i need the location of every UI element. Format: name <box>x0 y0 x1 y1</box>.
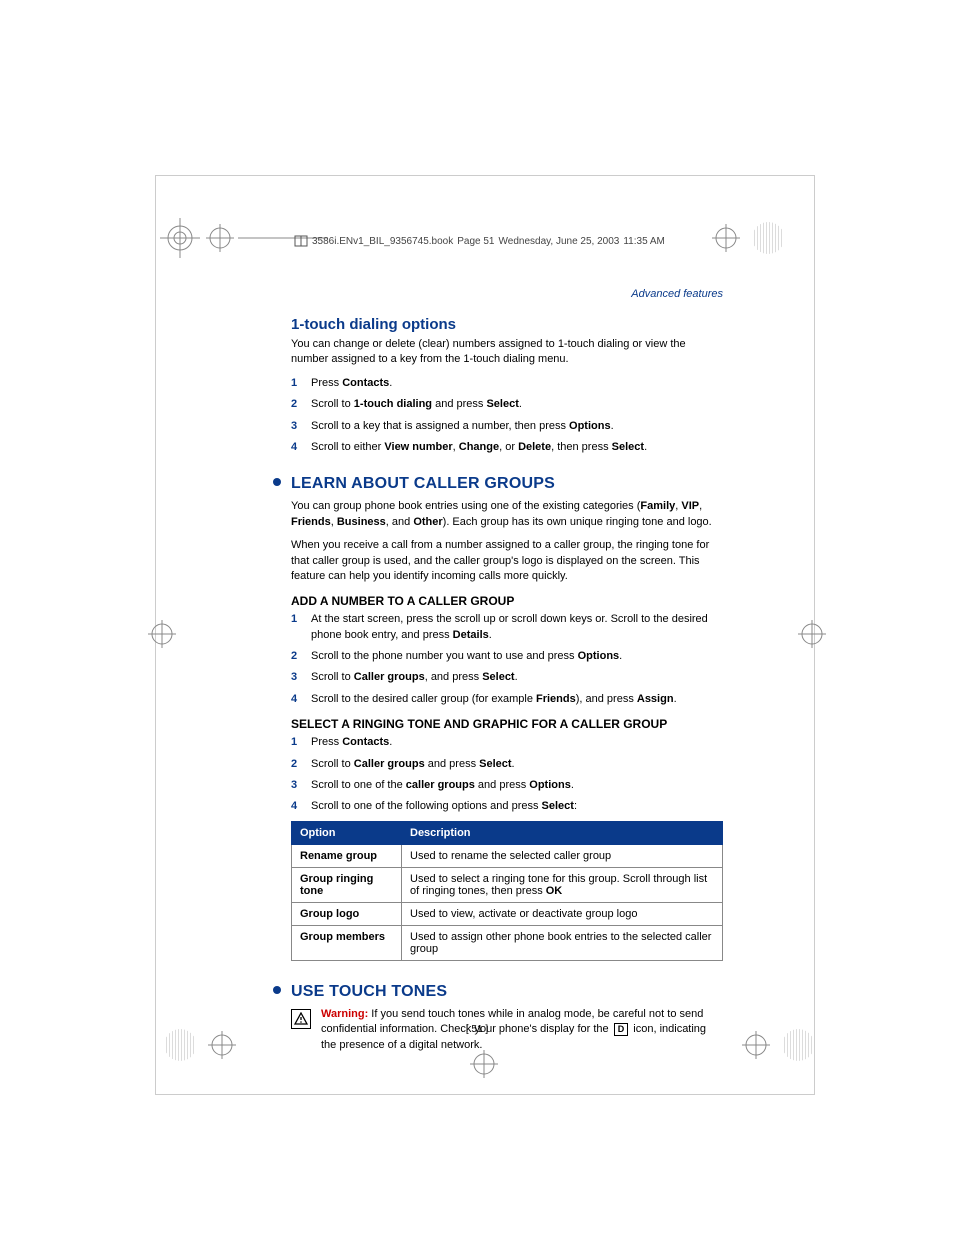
registration-mark-icon <box>712 218 788 258</box>
table-row: Group logo Used to view, activate or dea… <box>292 902 723 925</box>
header-time: 11:35 AM <box>623 236 665 247</box>
step-text: Scroll to 1-touch dialing and press Sele… <box>311 397 723 412</box>
step-num: 2 <box>291 757 301 772</box>
registration-mark-icon <box>798 620 826 648</box>
step-text: Press Contacts. <box>311 376 723 391</box>
section-title-touch-tones: Use Touch Tones <box>291 983 447 1000</box>
step-num: 2 <box>291 397 301 412</box>
step-text: Scroll to Caller groups and press Select… <box>311 757 723 772</box>
step-text: Scroll to the desired caller group (for … <box>311 692 723 707</box>
section2-p1: You can group phone book entries using o… <box>291 499 723 530</box>
table-cell: Rename group <box>292 844 402 867</box>
table-cell: Used to assign other phone book entries … <box>402 925 723 960</box>
step-text: Scroll to a key that is assigned a numbe… <box>311 419 723 434</box>
table-row: Group members Used to assign other phone… <box>292 925 723 960</box>
sub-title-add-number: Add a number to a caller group <box>291 594 723 608</box>
table-cell: Group ringing tone <box>292 867 402 902</box>
breadcrumb: Advanced features <box>291 288 723 300</box>
step-num: 3 <box>291 419 301 434</box>
section-title-caller-groups: Learn About Caller Groups <box>291 475 555 492</box>
header-date: Wednesday, June 25, 2003 <box>499 236 620 247</box>
table-cell: Group members <box>292 925 402 960</box>
bullet-icon <box>273 986 281 994</box>
registration-mark-icon <box>148 620 176 648</box>
step-text: Scroll to one of the following options a… <box>311 799 723 814</box>
step-text: Scroll to the phone number you want to u… <box>311 649 723 664</box>
step-text: Scroll to Caller groups, and press Selec… <box>311 670 723 685</box>
step-text: Press Contacts. <box>311 735 723 750</box>
step-num: 1 <box>291 612 301 643</box>
step-num: 3 <box>291 778 301 793</box>
step-text: Scroll to one of the caller groups and p… <box>311 778 723 793</box>
section2-p2: When you receive a call from a number as… <box>291 538 723 584</box>
step-num: 1 <box>291 735 301 750</box>
table-cell: Used to view, activate or deactivate gro… <box>402 902 723 925</box>
step-num: 4 <box>291 799 301 814</box>
step-num: 4 <box>291 692 301 707</box>
step-text: Scroll to either View number, Change, or… <box>311 440 723 455</box>
page-number: [ 51 ] <box>0 1024 954 1035</box>
table-cell: Used to select a ringing tone for this g… <box>402 867 723 902</box>
header-file-info: 3586i.ENv1_BIL_9356745.book Page 51 Wedn… <box>294 234 665 248</box>
step-num: 1 <box>291 376 301 391</box>
book-icon <box>294 234 308 248</box>
table-header-description: Description <box>402 821 723 844</box>
header-page: Page 51 <box>457 236 494 247</box>
table-cell: Group logo <box>292 902 402 925</box>
options-table: Option Description Rename group Used to … <box>291 821 723 961</box>
table-header-option: Option <box>292 821 402 844</box>
section-title-1touch: 1-touch dialing options <box>291 316 723 333</box>
table-row: Group ringing tone Used to select a ring… <box>292 867 723 902</box>
step-num: 3 <box>291 670 301 685</box>
step-num: 2 <box>291 649 301 664</box>
table-cell: Used to rename the selected caller group <box>402 844 723 867</box>
registration-mark-icon <box>470 1050 498 1078</box>
section1-intro: You can change or delete (clear) numbers… <box>291 337 723 368</box>
header-file: 3586i.ENv1_BIL_9356745.book <box>312 236 453 247</box>
step-num: 4 <box>291 440 301 455</box>
table-row: Rename group Used to rename the selected… <box>292 844 723 867</box>
step-text: At the start screen, press the scroll up… <box>311 612 723 643</box>
sub-title-select-ringing: Select a ringing tone and graphic for a … <box>291 717 723 731</box>
